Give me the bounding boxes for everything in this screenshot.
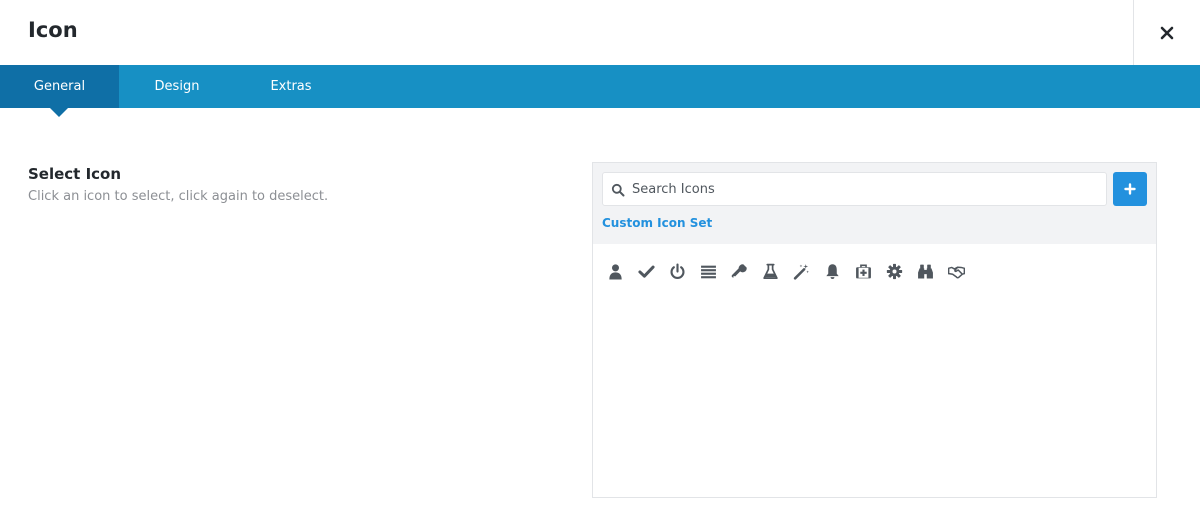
tab-general[interactable]: General [0,65,119,108]
tab-bar: General Design Extras [0,65,1200,108]
tab-label: General [33,79,86,94]
wrench-icon[interactable] [724,258,755,284]
tab-design[interactable]: Design [119,65,235,108]
tab-label: Extras [270,79,312,94]
active-tab-indicator [50,108,68,117]
search-icon [611,182,625,197]
icon-grid [600,258,972,284]
plus-icon [1124,183,1136,195]
close-button[interactable] [1133,0,1200,65]
bars-icon[interactable] [693,258,724,284]
custom-icon-set-link[interactable]: Custom Icon Set [602,216,712,230]
magic-wand-icon[interactable] [786,258,817,284]
check-icon[interactable] [631,258,662,284]
medkit-icon[interactable] [848,258,879,284]
close-icon [1160,26,1174,39]
binoculars-icon[interactable] [910,258,941,284]
cog-icon[interactable] [879,258,910,284]
bell-icon[interactable] [817,258,848,284]
power-off-icon[interactable] [662,258,693,284]
tab-label: Design [154,79,200,94]
user-icon[interactable] [600,258,631,284]
search-input[interactable] [632,173,1102,205]
dialog-header: Icon [0,0,1200,65]
flask-icon[interactable] [755,258,786,284]
icon-picker: Custom Icon Set [592,162,1157,498]
add-icon-set-button[interactable] [1113,172,1147,206]
option-description: Click an icon to select, click again to … [28,189,329,204]
handshake-icon[interactable] [941,258,972,284]
icon-picker-toolbar: Custom Icon Set [593,163,1156,244]
option-title: Select Icon [28,165,122,183]
tab-extras[interactable]: Extras [235,65,347,108]
dialog-title: Icon [28,18,78,42]
search-box [602,172,1107,206]
